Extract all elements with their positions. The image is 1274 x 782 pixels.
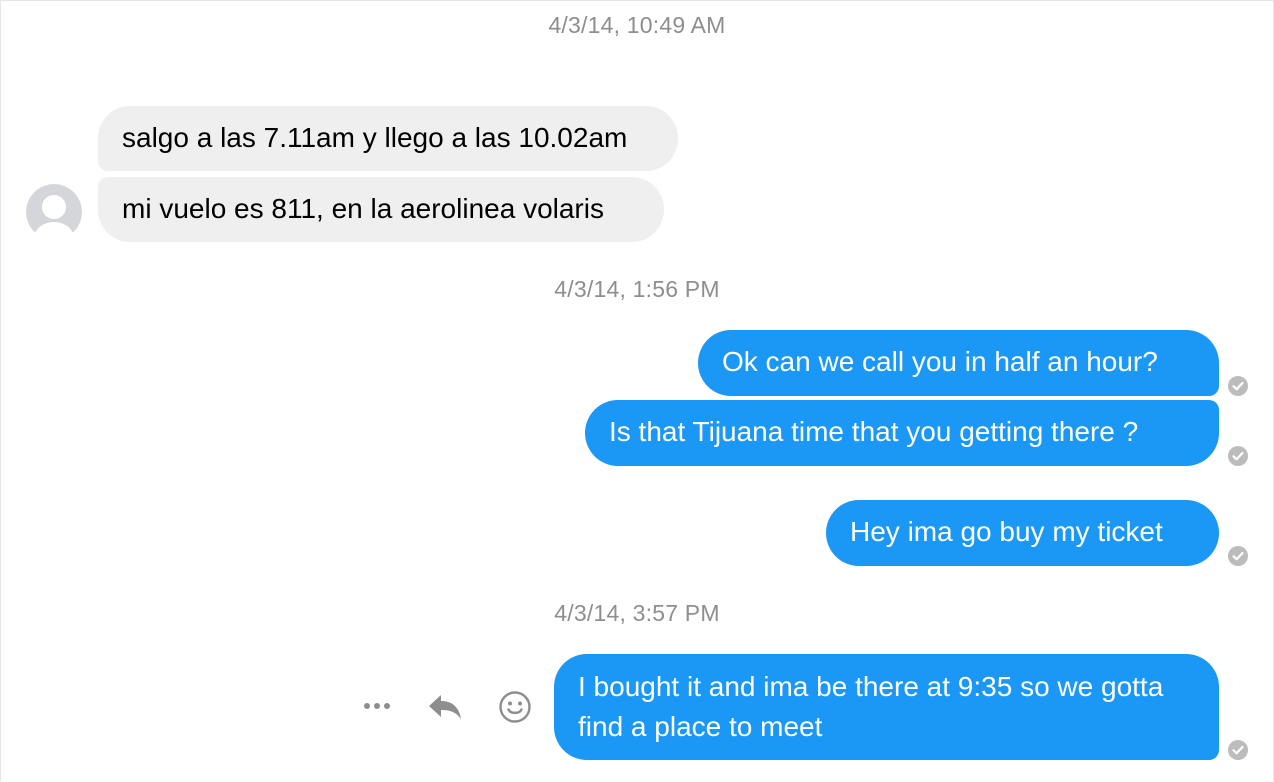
message-text: Is that Tijuana time that you getting th… <box>609 416 1139 447</box>
message-bubble-outgoing[interactable]: Hey ima go buy my ticket <box>826 500 1219 566</box>
sent-check-icon <box>1228 740 1248 760</box>
emoji-icon[interactable] <box>498 690 532 724</box>
sent-check-icon <box>1228 376 1248 396</box>
message-text: I bought it and ima be there at 9:35 so … <box>578 671 1164 742</box>
message-text: mi vuelo es 811, en la aerolinea volaris <box>122 193 604 224</box>
more-icon[interactable] <box>362 696 392 716</box>
sent-check-icon <box>1228 546 1248 566</box>
message-bubble-outgoing[interactable]: Is that Tijuana time that you getting th… <box>585 400 1219 466</box>
message-bubble-incoming[interactable]: salgo a las 7.11am y llego a las 10.02am <box>98 106 678 171</box>
message-bubble-outgoing[interactable]: Ok can we call you in half an hour? <box>698 330 1219 396</box>
message-text: salgo a las 7.11am y llego a las 10.02am <box>122 122 628 153</box>
message-text: Hey ima go buy my ticket <box>850 516 1163 547</box>
avatar[interactable] <box>26 184 82 234</box>
message-bubble-incoming[interactable]: mi vuelo es 811, en la aerolinea volaris <box>98 177 664 242</box>
person-icon <box>26 184 82 234</box>
timestamp: 4/3/14, 1:56 PM <box>554 276 720 302</box>
reply-icon[interactable] <box>426 692 464 722</box>
message-text: Ok can we call you in half an hour? <box>722 346 1158 377</box>
message-bubble-outgoing[interactable]: I bought it and ima be there at 9:35 so … <box>554 654 1219 760</box>
timestamp: 4/3/14, 3:57 PM <box>554 600 720 626</box>
timestamp: 4/3/14, 10:49 AM <box>548 12 726 38</box>
sent-check-icon <box>1228 446 1248 466</box>
